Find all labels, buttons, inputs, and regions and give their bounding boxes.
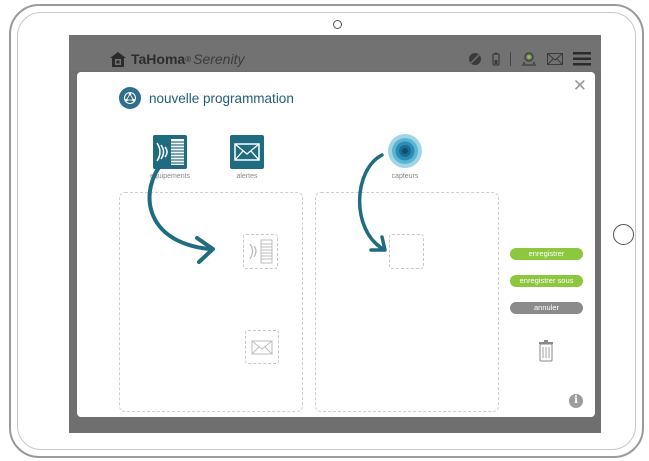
- drop-zone-actions[interactable]: [119, 192, 303, 412]
- tool-label-alertes: alertes: [236, 173, 258, 180]
- tool-capteurs[interactable]: capteurs: [385, 133, 425, 180]
- house-icon: [110, 51, 126, 67]
- tablet-home-button[interactable]: [613, 224, 634, 245]
- no-camera-icon[interactable]: [468, 52, 482, 66]
- brand-reg: ®: [185, 54, 192, 64]
- envelope-placeholder-icon: [251, 340, 273, 355]
- app-screen: TaHoma ® Serenity ✕ nouvelle programmati…: [69, 35, 601, 433]
- envelope-icon[interactable]: [547, 53, 563, 65]
- slot-equipment[interactable]: [243, 234, 278, 269]
- top-separator: [510, 52, 511, 66]
- tablet-camera-icon: [333, 20, 342, 29]
- programming-modal: ✕ nouvelle programmation equipements ale…: [77, 72, 595, 417]
- drop-zone-triggers[interactable]: [315, 192, 499, 412]
- alert-envelope-icon: [230, 135, 264, 169]
- slot-alert[interactable]: [245, 330, 279, 364]
- brand-name: TaHoma: [131, 51, 186, 67]
- app-logo: TaHoma ® Serenity: [110, 51, 244, 67]
- top-icons: [468, 52, 591, 66]
- product-name: Serenity: [193, 51, 245, 67]
- tool-label-equipements: equipements: [149, 173, 191, 180]
- sensor-icon: [388, 134, 422, 168]
- battery-icon[interactable]: [492, 52, 500, 66]
- trash-icon[interactable]: [539, 340, 553, 362]
- info-icon[interactable]: i: [569, 394, 583, 408]
- equipment-placeholder-icon: [249, 239, 273, 264]
- equipment-icon: [153, 135, 187, 169]
- program-icon: [119, 87, 141, 109]
- save-button[interactable]: enregistrer: [510, 248, 583, 260]
- modal-title: nouvelle programmation: [149, 90, 294, 106]
- cancel-button[interactable]: annuler: [510, 302, 583, 314]
- alarm-icon[interactable]: [521, 52, 537, 66]
- top-bar: TaHoma ® Serenity: [69, 35, 601, 71]
- menu-icon[interactable]: [573, 52, 591, 66]
- tool-equipements[interactable]: equipements: [141, 135, 199, 180]
- save-as-button[interactable]: enregistrer sous: [510, 275, 583, 287]
- modal-header: nouvelle programmation: [119, 87, 294, 109]
- tool-alertes[interactable]: alertes: [227, 135, 267, 180]
- close-icon[interactable]: ✕: [573, 76, 587, 96]
- tool-label-capteurs: capteurs: [391, 173, 419, 180]
- slot-sensor[interactable]: [389, 234, 424, 269]
